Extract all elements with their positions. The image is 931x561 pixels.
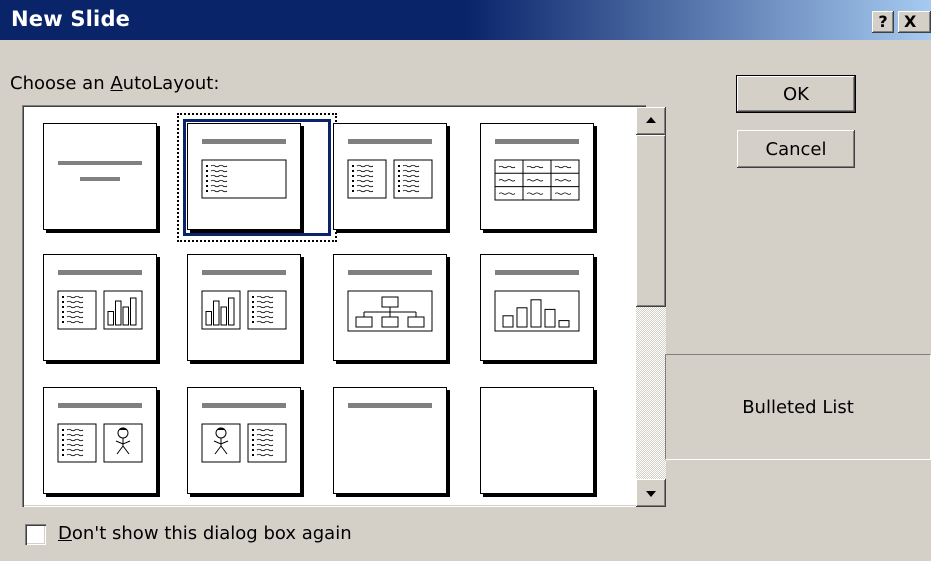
window-title: New Slide: [11, 7, 131, 31]
layout-thumbnail[interactable]: [43, 387, 157, 494]
two-column-text-icon: [347, 139, 433, 199]
dont-show-label[interactable]: Don't show this dialog box again: [58, 523, 352, 544]
scroll-thumb[interactable]: [636, 135, 666, 307]
layout-thumbnail[interactable]: [187, 387, 301, 494]
autolayout-list[interactable]: [22, 105, 666, 507]
text-clipart-icon: [57, 403, 143, 463]
layout-thumbnail[interactable]: [480, 387, 594, 494]
title-only-icon: [348, 403, 432, 408]
down-arrow-icon: [646, 491, 656, 497]
up-arrow-icon: [646, 117, 656, 123]
title-slide-icon: [58, 161, 142, 181]
scroll-up-button[interactable]: [636, 107, 666, 135]
layout-preview-label: Bulleted List: [665, 354, 931, 460]
table-icon: [494, 139, 580, 201]
layout-thumbnail[interactable]: [480, 254, 594, 361]
layout-thumbnail[interactable]: [187, 254, 301, 361]
dont-show-checkbox[interactable]: [25, 524, 46, 545]
chart-icon: [494, 270, 580, 332]
clipart-text-icon: [201, 403, 287, 463]
title-bar: New Slide ? X: [0, 0, 931, 40]
layout-thumbnail[interactable]: [43, 254, 157, 361]
ok-button[interactable]: OK: [736, 75, 856, 113]
layout-thumbnail[interactable]: [43, 123, 157, 230]
org-chart-icon: [347, 270, 433, 332]
cancel-button[interactable]: Cancel: [737, 130, 855, 168]
autolayout-label: Choose an AutoLayout:: [10, 73, 220, 94]
selection-focus-frame: [177, 113, 337, 242]
text-chart-icon: [57, 270, 143, 330]
help-button[interactable]: ?: [872, 11, 894, 33]
layout-thumbnail[interactable]: [480, 123, 594, 230]
vertical-scrollbar[interactable]: [636, 107, 666, 507]
blank-icon: [481, 388, 593, 493]
layout-thumbnail[interactable]: [333, 123, 447, 230]
scroll-down-button[interactable]: [636, 479, 666, 507]
layout-thumbnail[interactable]: [333, 254, 447, 361]
close-button[interactable]: X: [898, 11, 931, 33]
selection-highlight: [183, 119, 331, 236]
chart-text-icon: [201, 270, 287, 330]
layout-thumbnail[interactable]: [333, 387, 447, 494]
